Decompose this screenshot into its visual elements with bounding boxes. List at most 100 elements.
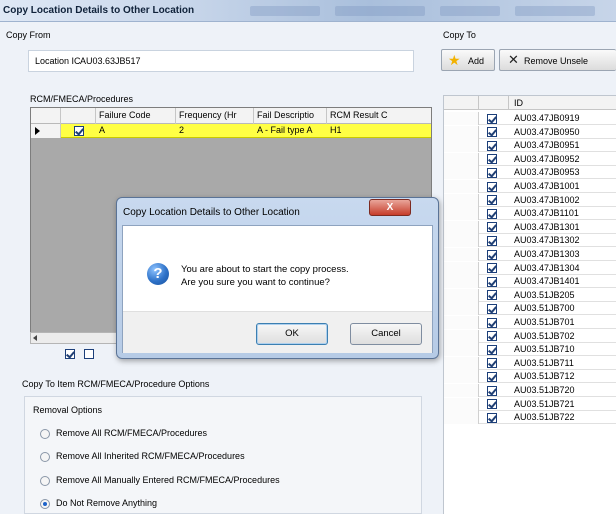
list-item-checkbox[interactable] <box>487 263 497 274</box>
row-selector[interactable] <box>444 356 479 370</box>
copy-to-grid[interactable]: ID AU03.47JB0919 AU03.47JB0950 AU03.47JB09… <box>443 95 616 514</box>
list-item-check-cell[interactable] <box>487 263 497 274</box>
radio-button[interactable] <box>40 451 50 462</box>
row-selector[interactable] <box>444 193 479 207</box>
table-row[interactable]: A 2 A - Fail type A H1 <box>61 124 431 138</box>
select-none-checkbox[interactable] <box>84 348 94 359</box>
list-item-check-cell[interactable] <box>487 222 497 233</box>
radio-button-selected[interactable] <box>40 498 50 509</box>
row-selector[interactable] <box>444 302 479 316</box>
list-item[interactable]: AU03.47JB1301 <box>444 220 616 234</box>
list-item[interactable]: AU03.47JB1001 <box>444 180 616 193</box>
column-header-failure-code[interactable]: Failure Code <box>96 108 176 124</box>
add-button[interactable]: ★ Add <box>441 49 495 71</box>
row-selector[interactable] <box>444 275 479 289</box>
list-item-check-cell[interactable] <box>487 358 497 369</box>
row-selector[interactable] <box>444 370 479 384</box>
list-item-checkbox[interactable] <box>487 385 497 396</box>
list-item[interactable]: AU03.51JB710 <box>444 343 616 357</box>
radio-do-not-remove[interactable]: Do Not Remove Anything <box>40 498 157 512</box>
list-item-checkbox[interactable] <box>487 140 497 151</box>
list-item[interactable]: AU03.51JB711 <box>444 356 616 370</box>
row-selector[interactable] <box>444 261 479 275</box>
list-item-check-cell[interactable] <box>487 290 497 301</box>
list-item-check-cell[interactable] <box>487 371 497 383</box>
list-item-check-cell[interactable] <box>487 412 497 423</box>
radio-remove-manual[interactable]: Remove All Manually Entered RCM/FMECA/Pr… <box>40 475 280 489</box>
column-header-frequency[interactable]: Frequency (Hr <box>176 108 254 124</box>
list-item-checkbox[interactable] <box>487 181 497 192</box>
list-item[interactable]: AU03.51JB712 <box>444 370 616 384</box>
list-item[interactable]: AU03.51JB722 <box>444 411 616 425</box>
list-item-check-cell[interactable] <box>487 303 497 315</box>
list-item-check-cell[interactable] <box>487 276 497 287</box>
dialog-close-button[interactable]: X <box>369 199 411 216</box>
list-item-check-cell[interactable] <box>487 113 497 124</box>
row-selector[interactable] <box>444 166 479 180</box>
list-item-checkbox[interactable] <box>487 372 497 383</box>
row-selector[interactable] <box>444 112 479 125</box>
list-item[interactable]: AU03.47JB0953 <box>444 166 616 180</box>
list-item[interactable]: AU03.51JB721 <box>444 397 616 411</box>
row-selector[interactable] <box>444 207 479 221</box>
radio-button[interactable] <box>40 475 50 486</box>
list-item-checkbox[interactable] <box>487 127 497 138</box>
list-item-checkbox[interactable] <box>487 154 497 165</box>
list-item[interactable]: AU03.47JB0952 <box>444 152 616 166</box>
list-item-checkbox[interactable] <box>487 195 497 206</box>
remove-unselected-button[interactable]: ✕ Remove Unsele <box>499 49 616 71</box>
row-selector[interactable] <box>444 139 479 153</box>
list-item-checkbox[interactable] <box>487 113 497 124</box>
row-selector[interactable] <box>444 220 479 234</box>
list-item[interactable]: AU03.51JB701 <box>444 316 616 329</box>
list-item-checkbox[interactable] <box>487 222 497 233</box>
list-item-checkbox[interactable] <box>487 249 497 260</box>
row-selector[interactable] <box>444 125 479 139</box>
list-item-checkbox[interactable] <box>487 399 497 410</box>
list-item[interactable]: AU03.47JB1401 <box>444 275 616 289</box>
list-item-check-cell[interactable] <box>487 385 497 396</box>
cancel-button[interactable]: Cancel <box>350 323 422 345</box>
row-selector[interactable] <box>444 329 479 343</box>
row-selector[interactable] <box>444 234 479 248</box>
select-all-checkbox[interactable] <box>65 348 75 359</box>
list-item-checkbox[interactable] <box>487 412 497 423</box>
list-item-checkbox[interactable] <box>487 344 497 355</box>
scroll-left-icon[interactable] <box>33 335 37 341</box>
list-item[interactable]: AU03.47JB1101 <box>444 207 616 221</box>
list-item[interactable]: AU03.51JB700 <box>444 302 616 316</box>
list-item-check-cell[interactable] <box>487 399 497 410</box>
list-item-check-cell[interactable] <box>487 208 497 219</box>
row-selector[interactable] <box>444 343 479 357</box>
row-selector[interactable] <box>444 411 479 425</box>
list-item-check-cell[interactable] <box>487 344 497 355</box>
list-item-check-cell[interactable] <box>487 154 497 165</box>
row-selector[interactable] <box>444 397 479 411</box>
radio-button[interactable] <box>40 428 50 439</box>
list-item-checkbox[interactable] <box>487 236 497 247</box>
list-item-check-cell[interactable] <box>487 140 497 151</box>
list-item-checkbox[interactable] <box>487 317 497 328</box>
row-selector[interactable] <box>31 124 61 138</box>
list-item-check-cell[interactable] <box>487 167 497 179</box>
list-item[interactable]: AU03.47JB1302 <box>444 234 616 248</box>
row-selector[interactable] <box>444 384 479 397</box>
location-id-field[interactable] <box>80 54 410 67</box>
list-item[interactable]: AU03.51JB205 <box>444 288 616 302</box>
row-checkbox[interactable] <box>74 125 84 136</box>
list-item-check-cell[interactable] <box>487 195 497 206</box>
list-item-check-cell[interactable] <box>487 181 497 192</box>
list-item[interactable]: AU03.47JB1304 <box>444 261 616 275</box>
list-item-checkbox[interactable] <box>487 304 497 315</box>
column-header-fail-description[interactable]: Fail Descriptio <box>254 108 327 124</box>
row-check-cell[interactable] <box>71 124 96 138</box>
list-item[interactable]: AU03.51JB720 <box>444 384 616 397</box>
list-item-check-cell[interactable] <box>487 317 497 328</box>
list-item-check-cell[interactable] <box>487 331 497 342</box>
radio-remove-all[interactable]: Remove All RCM/FMECA/Procedures <box>40 428 207 442</box>
horizontal-scrollbar[interactable] <box>30 332 130 344</box>
radio-remove-inherited[interactable]: Remove All Inherited RCM/FMECA/Procedure… <box>40 451 245 465</box>
column-header-rcm-result[interactable]: RCM Result C <box>327 108 431 124</box>
row-selector[interactable] <box>444 316 479 329</box>
list-item[interactable]: AU03.47JB0951 <box>444 139 616 153</box>
